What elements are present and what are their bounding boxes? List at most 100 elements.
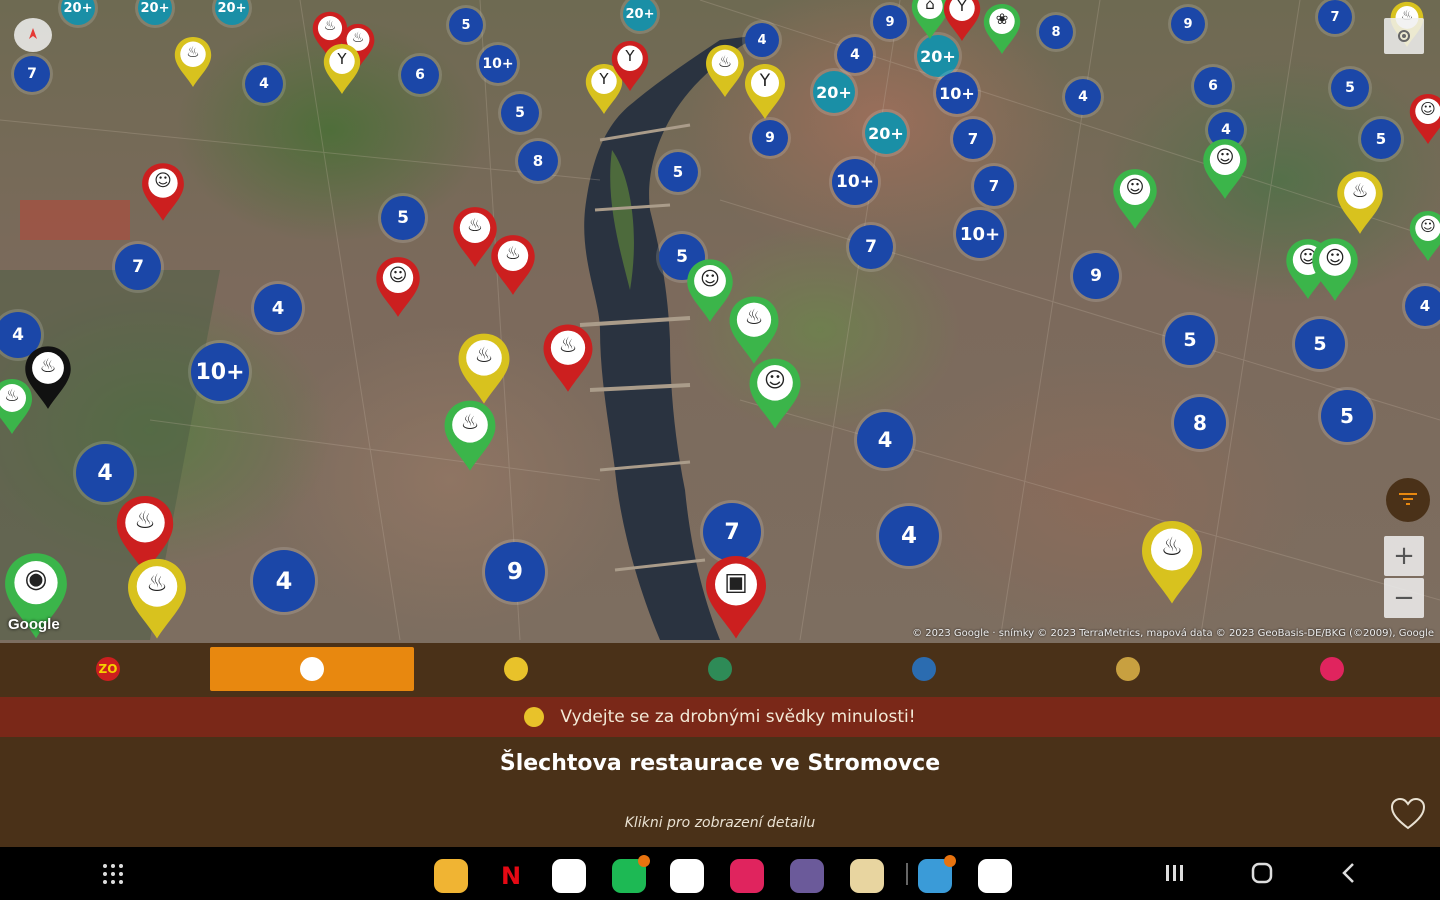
map-cluster-marker[interactable]: 7: [953, 119, 993, 159]
map-cluster-marker[interactable]: 6: [1194, 67, 1232, 105]
recents-icon[interactable]: [1164, 863, 1186, 887]
map-cluster-marker[interactable]: 20+: [865, 112, 907, 154]
zoom-out-button[interactable]: −: [1384, 578, 1424, 618]
map-cluster-marker[interactable]: 10+: [832, 159, 878, 205]
map-cluster-marker[interactable]: 5: [1331, 69, 1369, 107]
map-cluster-marker[interactable]: 8: [1174, 397, 1226, 449]
map-cluster-marker[interactable]: 7: [849, 225, 893, 269]
map-cluster-marker[interactable]: 5: [658, 152, 698, 192]
map-cluster-marker[interactable]: 10+: [191, 343, 249, 401]
map-poi-pin[interactable]: ☺: [374, 255, 422, 318]
map-poi-pin[interactable]: ☺: [1201, 137, 1249, 200]
map-cluster-marker[interactable]: 4: [745, 23, 779, 57]
chrome-app-icon[interactable]: [552, 859, 586, 893]
category-tab-zo[interactable]: ZO: [6, 647, 210, 691]
compass-icon[interactable]: [14, 18, 52, 52]
map-cluster-marker[interactable]: 10+: [936, 72, 978, 114]
map-cluster-marker[interactable]: 9: [485, 542, 545, 602]
map-poi-pin[interactable]: ☺: [1408, 209, 1440, 262]
category-tab-book[interactable]: [1026, 647, 1230, 691]
map-cluster-marker[interactable]: 7: [14, 56, 50, 92]
map-cluster-marker[interactable]: 7: [1318, 0, 1352, 34]
map-cluster-marker[interactable]: 4: [837, 37, 873, 73]
map-poi-pin[interactable]: ☺: [140, 161, 186, 222]
map-cluster-marker[interactable]: 10+: [956, 210, 1004, 258]
map-cluster-marker[interactable]: 4: [857, 412, 913, 468]
map-poi-pin[interactable]: Y: [942, 0, 982, 42]
photos-app-icon[interactable]: [978, 859, 1012, 893]
place-title[interactable]: Šlechtova restaurace ve Stromovce: [0, 751, 1440, 776]
category-tab-small-monuments[interactable]: [414, 647, 618, 691]
map-cluster-marker[interactable]: 9: [873, 5, 907, 39]
map-poi-pin[interactable]: ♨: [125, 556, 189, 640]
map-cluster-marker[interactable]: 6: [401, 56, 439, 94]
map-cluster-marker[interactable]: 4: [1065, 79, 1101, 115]
map-cluster-marker[interactable]: 4: [245, 65, 283, 103]
map-cluster-marker[interactable]: 5: [1295, 319, 1345, 369]
grid-app-icon[interactable]: [790, 859, 824, 893]
category-tab-ship[interactable]: [822, 647, 1026, 691]
map-poi-pin[interactable]: ♨: [1335, 169, 1385, 235]
camera-app-icon[interactable]: [730, 859, 764, 893]
map-view[interactable]: 20+ 20+ 20+ 7 4 6 5 10+ 5 8 20+ 4 9 4 20+ 10+ 20+ 9 5 20+ 7 1…: [0, 0, 1440, 643]
map-cluster-marker[interactable]: 4: [879, 506, 939, 566]
map-cluster-marker[interactable]: 10+: [479, 45, 517, 83]
map-poi-pin[interactable]: ♨: [456, 331, 512, 405]
map-poi-pin[interactable]: Y: [743, 62, 787, 120]
map-cluster-marker[interactable]: 5: [1165, 315, 1215, 365]
map-cluster-marker[interactable]: 7: [115, 244, 161, 290]
zoom-in-button[interactable]: +: [1384, 536, 1424, 576]
map-poi-pin[interactable]: ♨: [0, 377, 34, 435]
map-cluster-marker[interactable]: 5: [449, 8, 483, 42]
map-cluster-marker[interactable]: 5: [501, 94, 539, 132]
home-icon[interactable]: [1250, 861, 1274, 889]
map-poi-pin[interactable]: ♨: [541, 322, 595, 393]
category-tab-tree[interactable]: [618, 647, 822, 691]
filter-button[interactable]: [1386, 478, 1430, 522]
place-subtitle[interactable]: Klikni pro zobrazení detailu: [0, 815, 1440, 831]
map-cluster-marker[interactable]: 20+: [813, 71, 855, 113]
map-poi-pin[interactable]: ☺: [747, 356, 803, 430]
category-tab-restaurant[interactable]: [210, 647, 414, 691]
map-poi-pin[interactable]: Y: [610, 39, 650, 92]
play-store-app-icon[interactable]: [670, 859, 704, 893]
map-poi-pin[interactable]: ♨: [1139, 518, 1205, 605]
spotify-app-icon[interactable]: [612, 855, 650, 893]
files-app-icon[interactable]: [434, 859, 468, 893]
map-app-icon[interactable]: [850, 859, 884, 893]
map-attribution[interactable]: © 2023 Google · snímky © 2023 TerraMetri…: [912, 628, 1434, 639]
map-poi-pin[interactable]: ▣: [703, 553, 769, 640]
category-tab-heart[interactable]: [1230, 647, 1434, 691]
system-navigation-bar: N: [0, 847, 1440, 900]
map-poi-pin[interactable]: ♨: [489, 233, 537, 296]
map-cluster-marker[interactable]: 5: [1321, 390, 1373, 442]
map-poi-pin[interactable]: ♨: [704, 43, 746, 98]
map-poi-pin[interactable]: ☺: [1310, 236, 1360, 302]
map-poi-pin[interactable]: ☺: [1408, 92, 1440, 145]
my-location-icon[interactable]: [1384, 18, 1424, 54]
map-poi-pin[interactable]: ♨: [173, 35, 213, 88]
map-cluster-marker[interactable]: 9: [752, 120, 788, 156]
map-cluster-marker[interactable]: 8: [1039, 15, 1073, 49]
map-cluster-marker[interactable]: 4: [1405, 286, 1440, 326]
map-cluster-marker[interactable]: 9: [1171, 7, 1205, 41]
map-poi-pin[interactable]: Y: [322, 42, 362, 95]
map-poi-pin[interactable]: ♨: [442, 398, 498, 472]
map-cluster-marker[interactable]: 7: [974, 166, 1014, 206]
favorite-button[interactable]: [1390, 797, 1426, 831]
map-cluster-marker[interactable]: 8: [518, 141, 558, 181]
map-cluster-marker[interactable]: 9: [1073, 253, 1119, 299]
telegram-app-icon[interactable]: [918, 855, 956, 893]
app-drawer-icon[interactable]: [102, 863, 124, 885]
people-icon: ☺: [1325, 247, 1345, 269]
netflix-app-icon[interactable]: N: [494, 859, 528, 893]
map-cluster-marker[interactable]: 5: [1361, 119, 1401, 159]
map-cluster-marker[interactable]: 5: [381, 196, 425, 240]
back-icon[interactable]: [1338, 861, 1360, 889]
map-cluster-marker[interactable]: 4: [253, 550, 315, 612]
map-poi-pin[interactable]: ♨: [727, 294, 781, 365]
map-poi-pin[interactable]: ☺: [1111, 167, 1159, 230]
map-cluster-marker[interactable]: 4: [254, 284, 302, 332]
place-detail-panel[interactable]: Šlechtova restaurace ve Stromovce Klikni…: [0, 737, 1440, 847]
map-poi-pin[interactable]: ❀: [982, 2, 1022, 55]
